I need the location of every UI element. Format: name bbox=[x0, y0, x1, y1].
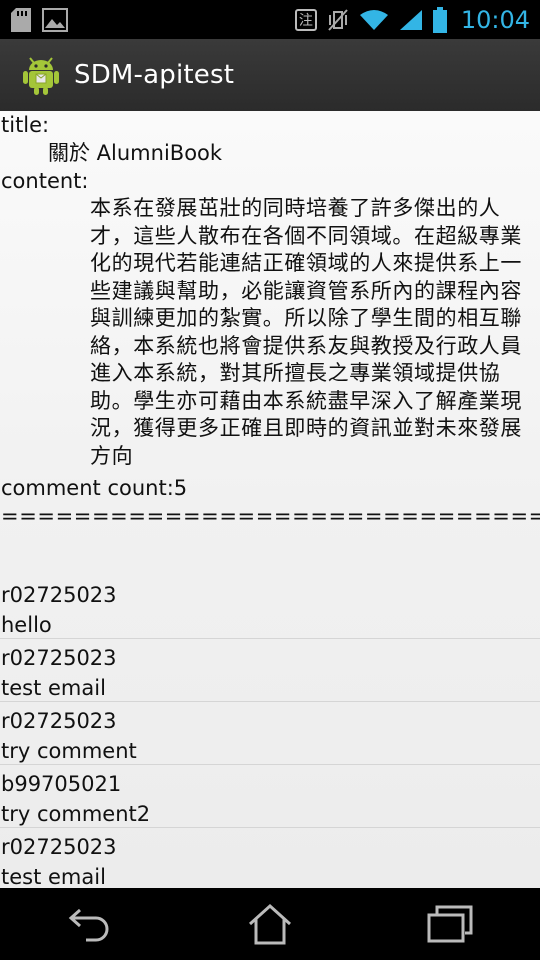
comment-count: comment count:5 bbox=[1, 476, 188, 500]
status-time: 10:04 bbox=[460, 5, 530, 34]
comment-author: b99705021 bbox=[1, 772, 122, 796]
sd-card-icon bbox=[10, 7, 32, 33]
divider-text: ================================== bbox=[1, 504, 540, 528]
recent-apps-button[interactable] bbox=[410, 888, 490, 960]
comment-author: r02725023 bbox=[1, 646, 117, 670]
content-label: content: bbox=[1, 169, 89, 193]
screen: 注 10:04 SDM-apitest title: 關於 AlumniBook… bbox=[0, 0, 540, 960]
back-button[interactable] bbox=[50, 888, 130, 960]
gallery-icon bbox=[42, 7, 68, 32]
comment-body: test email bbox=[1, 676, 106, 700]
post-title: 關於 AlumniBook bbox=[48, 141, 223, 165]
navigation-bar bbox=[0, 888, 540, 960]
signal-icon bbox=[399, 9, 423, 31]
status-notifications bbox=[10, 7, 68, 33]
comment-item[interactable]: r02725023 try comment bbox=[0, 702, 540, 765]
comment-item[interactable]: r02725023 test email bbox=[0, 828, 540, 888]
comment-item[interactable]: b99705021 try comment2 bbox=[0, 765, 540, 828]
title-label: title: bbox=[1, 113, 50, 137]
recent-apps-icon bbox=[427, 905, 473, 943]
comment-author: r02725023 bbox=[1, 709, 117, 733]
wifi-icon bbox=[359, 9, 389, 31]
home-button[interactable] bbox=[230, 888, 310, 960]
comment-item[interactable]: r02725023 hello bbox=[0, 576, 540, 639]
comment-author: r02725023 bbox=[1, 583, 117, 607]
battery-icon bbox=[432, 6, 447, 33]
comment-list: r02725023 hello r02725023 test email r02… bbox=[0, 576, 540, 888]
status-bar: 注 10:04 bbox=[0, 0, 540, 39]
comment-body: try comment bbox=[1, 739, 137, 763]
app-title: SDM-apitest bbox=[74, 60, 235, 90]
status-indicators: 注 10:04 bbox=[294, 5, 530, 34]
input-method-indicator: 注 bbox=[294, 8, 317, 31]
home-icon bbox=[247, 903, 293, 945]
action-bar: SDM-apitest bbox=[0, 39, 540, 111]
back-icon bbox=[68, 906, 112, 942]
android-robot-icon[interactable] bbox=[22, 54, 60, 96]
comment-author: r02725023 bbox=[1, 835, 117, 859]
comment-body: hello bbox=[1, 613, 52, 637]
comment-body: test email bbox=[1, 865, 106, 888]
post-content: 本系在發展茁壯的同時培養了許多傑出的人才，這些人散布在各個不同領域。在超級專業化… bbox=[90, 196, 522, 468]
comment-item[interactable]: r02725023 test email bbox=[0, 639, 540, 702]
vibrate-mute-icon bbox=[327, 8, 349, 32]
comment-body: try comment2 bbox=[1, 802, 151, 826]
post-detail-scroll[interactable]: title: 關於 AlumniBook content: 本系在發展茁壯的同時… bbox=[0, 111, 540, 888]
